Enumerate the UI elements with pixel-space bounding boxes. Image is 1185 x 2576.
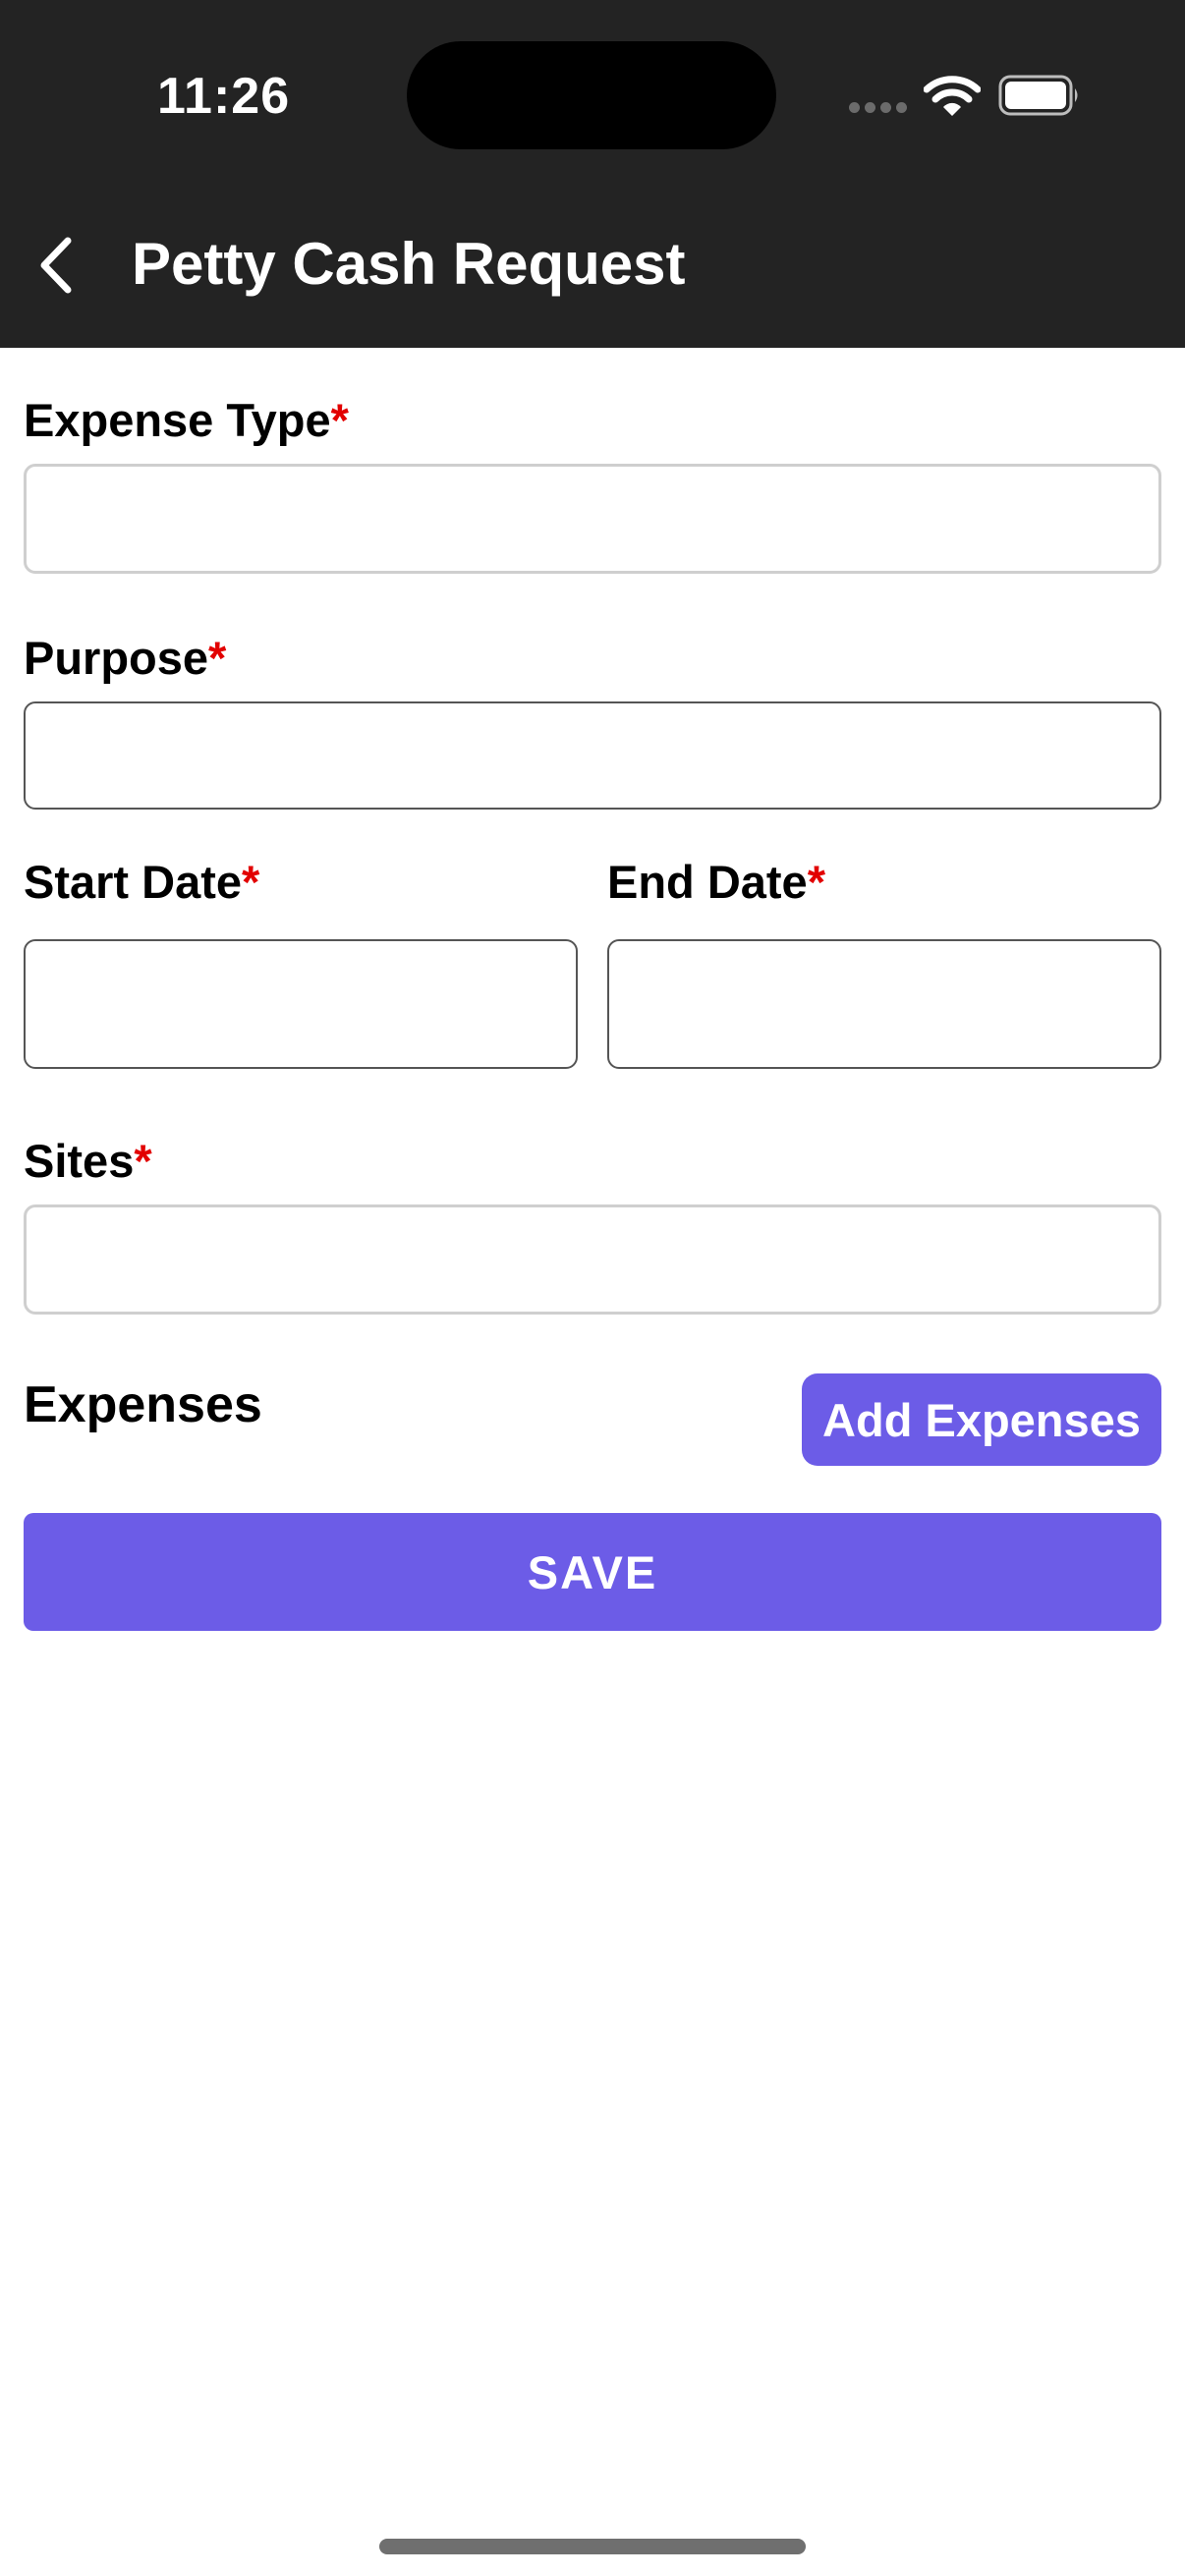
sites-label: Sites* <box>24 1135 152 1187</box>
app-header: 11:26 Petty Cash Request <box>0 0 1185 348</box>
wifi-icon <box>924 76 981 116</box>
status-time: 11:26 <box>157 68 291 125</box>
sites-field[interactable] <box>24 1204 1161 1315</box>
start-date-label: Start Date* <box>24 856 260 908</box>
purpose-input[interactable] <box>24 701 1161 810</box>
save-button[interactable]: SAVE <box>24 1513 1161 1631</box>
page-title: Petty Cash Request <box>132 231 686 297</box>
expenses-section-title: Expenses <box>24 1376 262 1433</box>
expense-type-field[interactable] <box>24 464 1161 574</box>
end-date-label: End Date* <box>607 856 825 908</box>
dynamic-island <box>407 41 776 149</box>
required-marker: * <box>330 394 349 446</box>
required-marker: * <box>134 1135 152 1187</box>
required-marker: * <box>242 856 260 908</box>
battery-icon <box>998 75 1078 116</box>
start-date-input[interactable] <box>24 939 578 1069</box>
add-expenses-button[interactable]: Add Expenses <box>802 1373 1161 1466</box>
purpose-label: Purpose* <box>24 632 227 684</box>
back-button[interactable] <box>22 222 90 308</box>
cellular-signal-icon <box>849 102 908 116</box>
home-indicator <box>379 2539 806 2554</box>
required-marker: * <box>807 856 825 908</box>
chevron-left-icon <box>40 237 72 294</box>
end-date-input[interactable] <box>607 939 1161 1069</box>
expense-type-label: Expense Type* <box>24 394 349 446</box>
required-marker: * <box>208 632 227 684</box>
